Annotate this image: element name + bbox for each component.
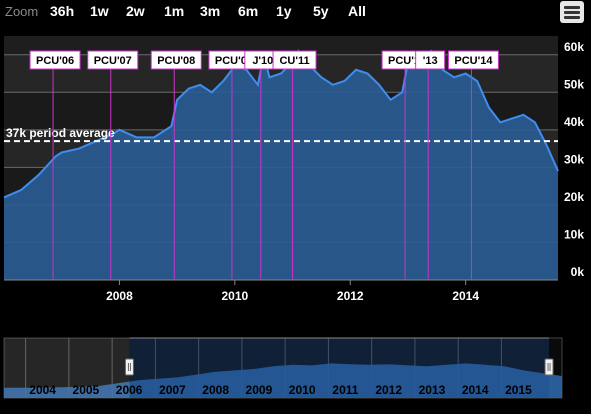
flag-label[interactable]: CU'11 (279, 55, 309, 67)
y-tick-label: 20k (564, 190, 584, 204)
navigator-year-label: 2008 (202, 383, 229, 397)
y-tick-label: 50k (564, 77, 584, 91)
x-tick-label: 2010 (221, 289, 248, 303)
navigator-handle-right[interactable] (544, 358, 554, 376)
x-tick-label: 2014 (452, 289, 479, 303)
x-tick-label: 2012 (337, 289, 364, 303)
y-tick-label: 40k (564, 115, 584, 129)
flag-label[interactable]: PCU'08 (157, 55, 195, 67)
average-label: 37k period average (6, 126, 115, 140)
navigator-handle-left[interactable] (124, 358, 134, 376)
y-tick-label: 30k (564, 152, 584, 166)
flag-label[interactable]: '13 (423, 55, 438, 67)
navigator-year-label: 2010 (289, 383, 316, 397)
navigator-year-label: 2012 (375, 383, 402, 397)
flag-label[interactable]: PCU'14 (454, 55, 493, 67)
y-tick-label: 0k (571, 265, 585, 279)
navigator-year-label: 2005 (73, 383, 100, 397)
navigator-year-label: 2006 (116, 383, 143, 397)
y-tick-label: 10k (564, 227, 584, 241)
navigator-year-label: 2015 (505, 383, 532, 397)
navigator-year-label: 2004 (29, 383, 56, 397)
navigator-year-label: 2011 (332, 383, 358, 397)
flag-label[interactable]: PCU'06 (36, 55, 74, 67)
x-tick-label: 2008 (106, 289, 133, 303)
navigator-year-label: 2013 (419, 383, 446, 397)
navigator-mask-left (4, 338, 130, 398)
navigator-year-label: 2007 (159, 383, 186, 397)
price-chart[interactable]: 0k 10k 20k 30k 40k 50k 60k 2008 2010 2012 2014 37k … (0, 0, 591, 414)
navigator-year-label: 2009 (246, 383, 273, 397)
flag-label[interactable]: PCU'07 (94, 55, 132, 67)
y-tick-label: 60k (564, 40, 584, 54)
flag-label[interactable]: J'10 (252, 55, 273, 67)
navigator-year-label: 2014 (462, 383, 489, 397)
